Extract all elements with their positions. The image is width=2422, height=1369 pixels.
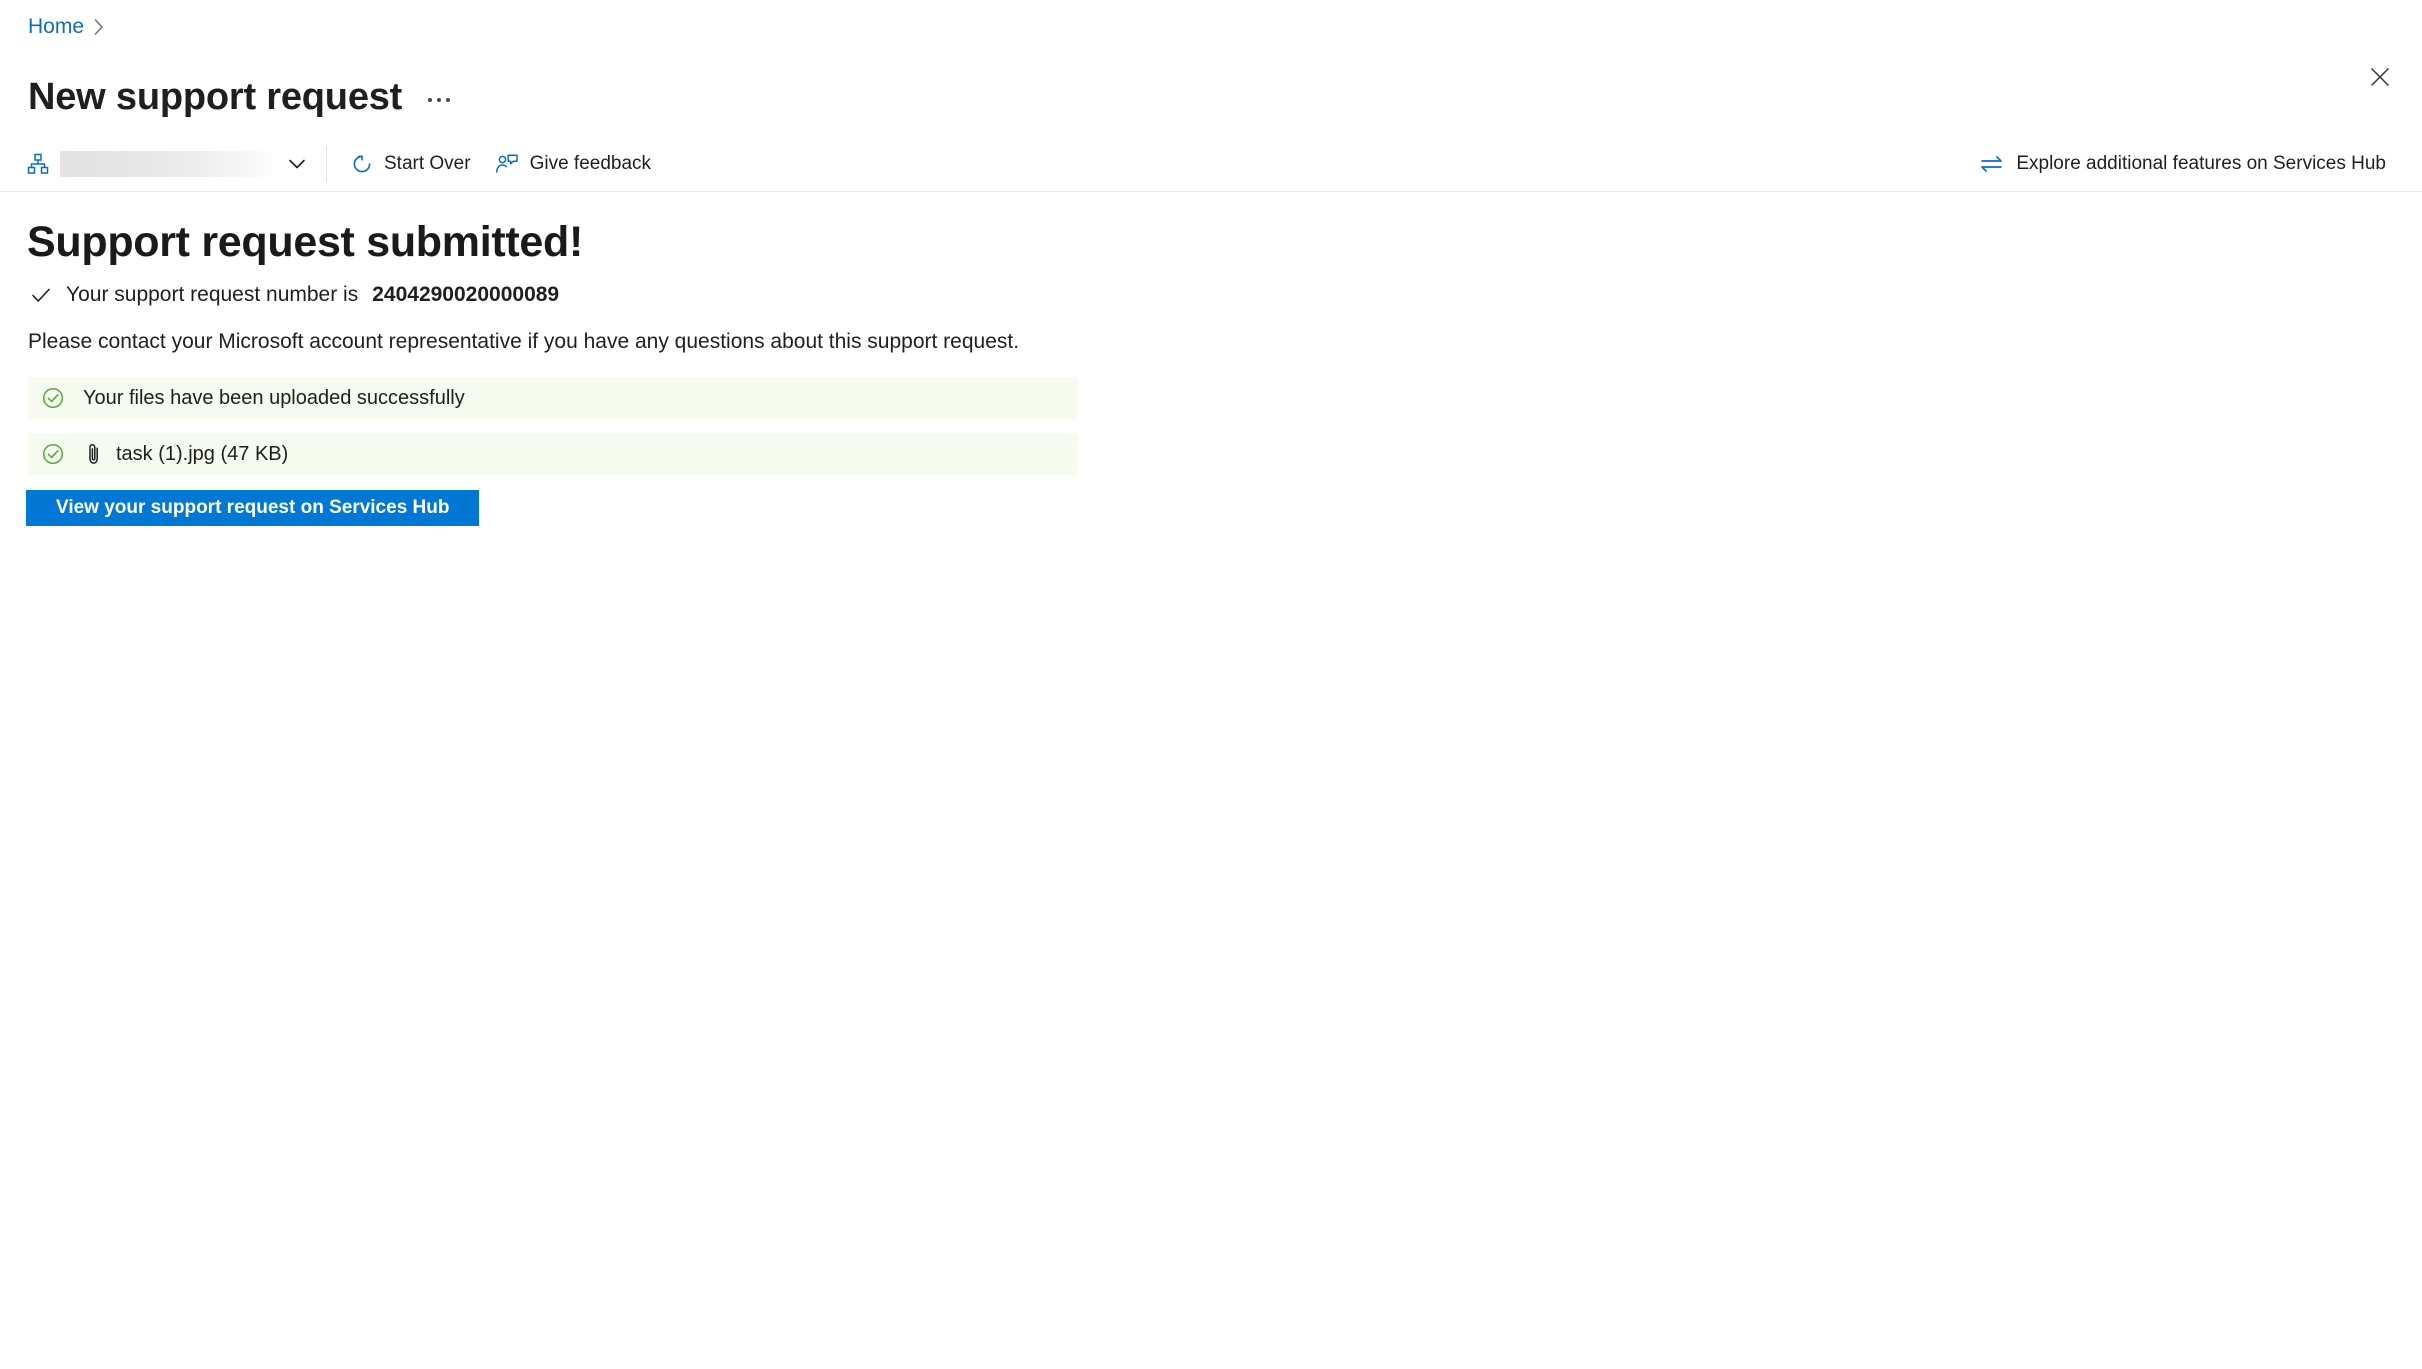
scope-picker[interactable] [26, 136, 322, 191]
paperclip-icon [65, 442, 102, 466]
toolbar-right-group: Explore additional features on Services … [1967, 144, 2422, 184]
request-number-value: 2404290020000089 [372, 283, 560, 306]
explore-services-hub-label: Explore additional features on Services … [2016, 152, 2386, 174]
check-circle-icon [41, 386, 65, 410]
chevron-down-icon [282, 153, 308, 175]
upload-status-text: Your files have been uploaded successful… [83, 387, 465, 409]
upload-status-bar: Your files have been uploaded successful… [28, 377, 1078, 419]
hierarchy-icon [26, 152, 50, 176]
attachment-status-bar: task (1).jpg (47 KB) [28, 433, 1078, 475]
give-feedback-button[interactable]: Give feedback [483, 144, 663, 184]
ellipsis-icon[interactable] [424, 88, 454, 112]
chevron-right-icon [93, 18, 105, 36]
toolbar-divider [326, 145, 327, 182]
page-title-row: New support request [28, 48, 454, 147]
refresh-icon [351, 153, 373, 175]
close-icon[interactable] [2360, 57, 2400, 97]
request-number-row: Your support request number is 240429002… [30, 281, 559, 309]
breadcrumb: Home [28, 13, 105, 41]
give-feedback-label: Give feedback [529, 152, 652, 174]
toolbar-left-group: Start Over Give feedback [0, 136, 663, 191]
scope-picker-value[interactable] [60, 150, 272, 177]
request-number-prefix: Your support request number is [66, 283, 359, 306]
person-feedback-icon [495, 153, 519, 175]
page-title: New support request [28, 76, 403, 119]
breadcrumb-home-link[interactable]: Home [28, 13, 84, 41]
check-circle-icon [41, 442, 65, 466]
submission-heading: Support request submitted! [27, 218, 583, 266]
start-over-label: Start Over [384, 152, 471, 174]
view-request-services-hub-button[interactable]: View your support request on Services Hu… [26, 490, 480, 526]
transfer-arrows-icon [1979, 153, 2005, 175]
command-toolbar: Start Over Give feedback Explore additio… [0, 136, 2422, 192]
start-over-button[interactable]: Start Over [339, 144, 483, 184]
attachment-file-name: task (1).jpg (47 KB) [116, 443, 289, 465]
checkmark-icon [30, 284, 52, 306]
explore-services-hub-button[interactable]: Explore additional features on Services … [1967, 144, 2398, 184]
contact-note: Please contact your Microsoft account re… [28, 330, 1020, 353]
